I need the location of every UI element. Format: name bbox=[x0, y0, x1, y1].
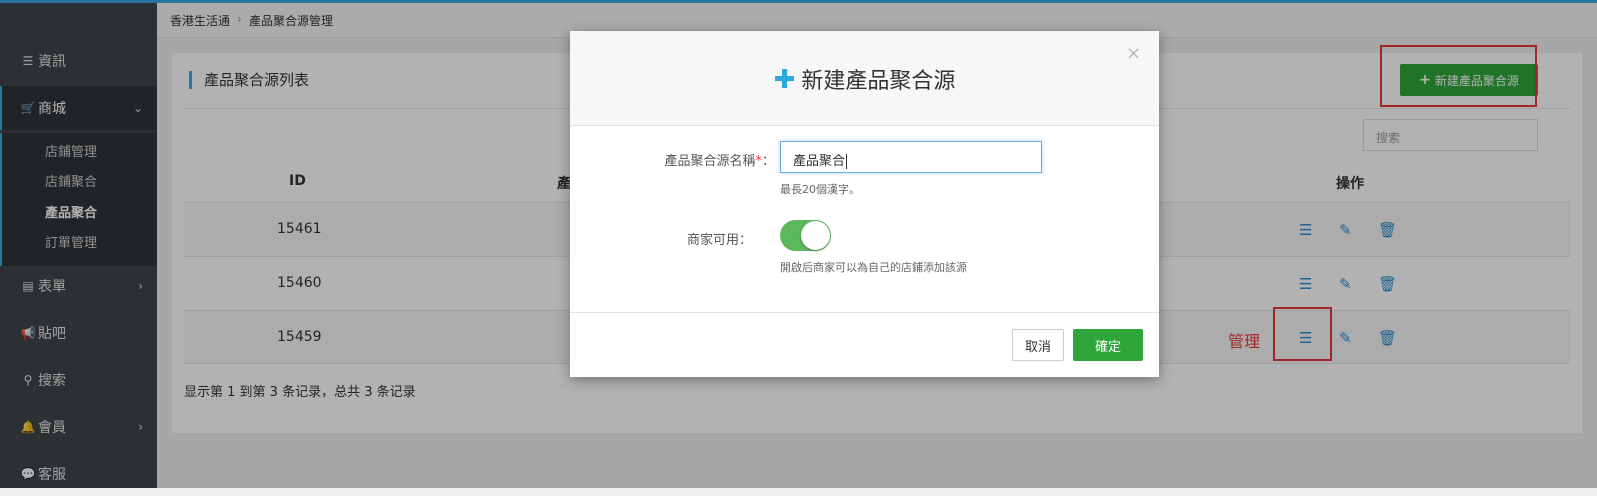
text-cursor bbox=[846, 154, 848, 169]
merchant-hint: 開啟后商家可以為自己的店鋪添加該源 bbox=[780, 261, 967, 274]
new-product-source-dialog: ✚ 新建產品聚合源 × 產品聚合源名稱*： 產品聚合 最長20個漢字。 商家可用：… bbox=[570, 31, 1159, 377]
merchant-available-label: 商家可用： bbox=[686, 233, 752, 248]
close-icon[interactable]: × bbox=[1126, 43, 1141, 64]
plus-icon: ✚ bbox=[773, 65, 796, 95]
dialog-title-text: 新建產品聚合源 bbox=[801, 69, 956, 94]
cancel-button[interactable]: 取消 bbox=[1012, 329, 1064, 361]
name-label-text: 產品聚合源名稱 bbox=[664, 154, 756, 169]
label-colon: ： bbox=[761, 154, 775, 169]
toggle-knob bbox=[801, 221, 830, 250]
dialog-header: ✚ 新建產品聚合源 × bbox=[570, 31, 1159, 126]
source-name-input[interactable]: 產品聚合 bbox=[780, 141, 1042, 173]
confirm-button[interactable]: 確定 bbox=[1073, 329, 1143, 361]
name-field-label: 產品聚合源名稱*： bbox=[610, 150, 775, 169]
dialog-footer-divider bbox=[570, 312, 1159, 313]
dialog-title: ✚ 新建產品聚合源 bbox=[570, 63, 1159, 95]
source-name-value: 產品聚合 bbox=[793, 154, 846, 169]
merchant-available-toggle[interactable] bbox=[780, 220, 831, 251]
name-hint: 最長20個漢字。 bbox=[780, 183, 860, 196]
